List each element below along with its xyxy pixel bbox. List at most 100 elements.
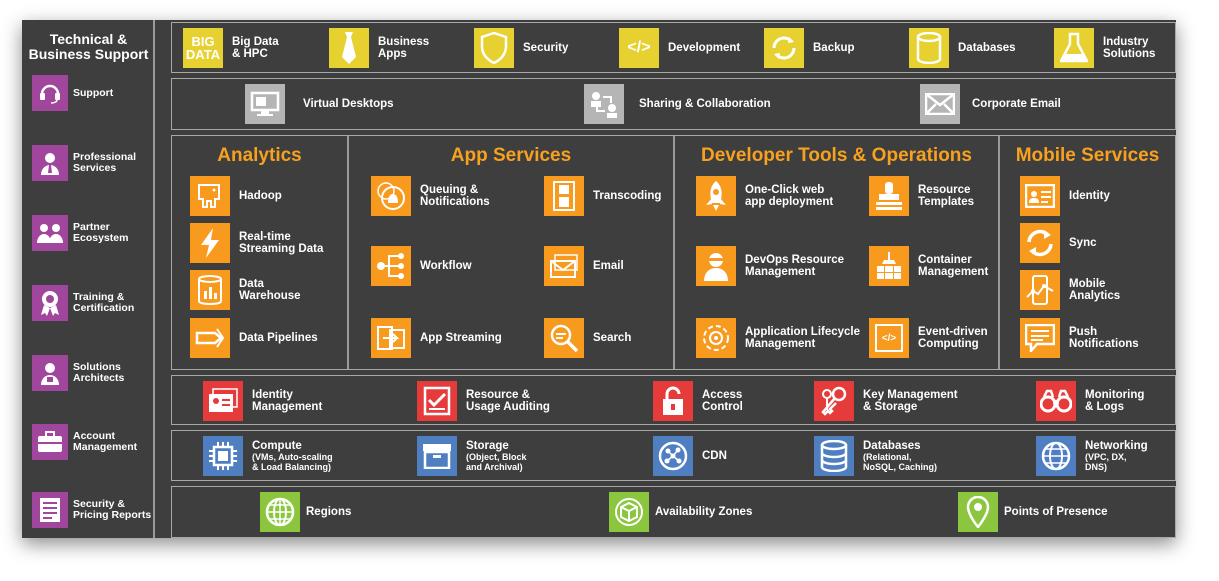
tile-application-lifecycle[interactable]: Application Lifecycle Management (696, 318, 860, 358)
tile-access-control[interactable]: Access Control (653, 381, 743, 421)
message-icon (1020, 318, 1060, 358)
tile-mobile-identity[interactable]: Identity (1020, 176, 1110, 216)
group-icon (32, 215, 68, 251)
cylinder-icon (909, 28, 949, 68)
sidebar-item-professional-services[interactable]: Professional Services (32, 145, 155, 181)
tile-virtual-desktops[interactable]: Virtual Desktops (245, 84, 394, 124)
tile-cdn[interactable]: CDN (653, 436, 727, 476)
tile-hadoop[interactable]: Hadoop (190, 176, 282, 216)
padlock-icon (653, 381, 693, 421)
tile-sharing-collaboration[interactable]: Sharing & Collaboration (584, 84, 771, 124)
tile-compute[interactable]: Compute (VMs, Auto-scaling & Load Balancin… (203, 436, 333, 476)
tile-search[interactable]: Search (544, 318, 631, 358)
sidebar-item-account-management[interactable]: Account Management (32, 424, 155, 460)
network-globe-icon (653, 436, 693, 476)
tile-monitoring-logs[interactable]: Monitoring & Logs (1036, 381, 1144, 421)
tile-backup[interactable]: Backup (764, 28, 855, 68)
award-ribbon-icon (32, 285, 68, 321)
tile-databases-core[interactable]: Databases (Relational, NoSQL, Caching) (814, 436, 937, 476)
stamp-icon (869, 176, 909, 216)
tile-storage[interactable]: Storage (Object, Block and Archival) (417, 436, 527, 476)
storage-box-icon (417, 436, 457, 476)
analytics-title: Analytics (217, 145, 302, 166)
tile-data-warehouse[interactable]: Data Warehouse (190, 270, 301, 310)
operator-icon (696, 246, 736, 286)
tile-resource-templates[interactable]: Resource Templates (869, 176, 974, 216)
support-sidebar: Technical & Business Support Support Pro… (22, 20, 155, 538)
tile-industry-solutions[interactable]: Industry Solutions (1054, 28, 1155, 68)
chip-code-icon: </> (869, 318, 909, 358)
keys-icon (814, 381, 854, 421)
mobile-services-title: Mobile Services (1015, 145, 1160, 166)
security-row: Identity Management Resource & Usage Audit… (171, 375, 1176, 425)
id-card-icon (1020, 176, 1060, 216)
tile-data-pipelines[interactable]: Data Pipelines (190, 318, 318, 358)
tile-sync[interactable]: Sync (1020, 223, 1097, 263)
architect-icon (32, 355, 68, 391)
infrastructure-row: Regions Availability Zones Points of Pre… (171, 486, 1176, 538)
app-services-title: App Services (450, 145, 572, 166)
tile-availability-zones[interactable]: Availability Zones (609, 492, 752, 532)
database-stack-icon (814, 436, 854, 476)
tile-push-notifications[interactable]: Push Notifications (1020, 318, 1139, 358)
section-divider (998, 136, 1000, 369)
sync-icon (1020, 223, 1060, 263)
tile-business-apps[interactable]: Business Apps (329, 28, 429, 68)
tile-points-of-presence[interactable]: Points of Presence (958, 492, 1108, 532)
tile-networking[interactable]: Networking (VPC, DX, DNS) (1036, 436, 1148, 476)
tile-app-streaming[interactable]: App Streaming (371, 318, 502, 358)
devices-icon (371, 318, 411, 358)
code-icon: </> (619, 28, 659, 68)
tile-mobile-analytics[interactable]: Mobile Analytics (1020, 270, 1120, 310)
pipeline-icon (190, 318, 230, 358)
tile-devops-resource[interactable]: DevOps Resource Management (696, 246, 844, 286)
tile-identity-management[interactable]: Identity Management (203, 381, 322, 421)
world-network-icon (1036, 436, 1076, 476)
magnifier-icon (544, 318, 584, 358)
share-users-icon (584, 84, 624, 124)
binoculars-icon (1036, 381, 1076, 421)
sidebar-item-solutions-architects[interactable]: Solutions Architects (32, 355, 155, 391)
sidebar-item-support[interactable]: Support (32, 75, 155, 111)
report-icon (32, 492, 68, 528)
sidebar-item-training[interactable]: Training & Certification (32, 285, 155, 321)
enterprise-apps-row: BIG DATA Big Data & HPC Business Apps Secur… (171, 22, 1176, 73)
lifecycle-gear-icon (696, 318, 736, 358)
crane-icon (869, 246, 909, 286)
tile-corporate-email[interactable]: Corporate Email (920, 84, 1061, 124)
section-divider (673, 136, 675, 369)
person-icon (32, 145, 68, 181)
warehouse-icon (190, 270, 230, 310)
tile-regions[interactable]: Regions (260, 492, 351, 532)
workflow-icon (371, 246, 411, 286)
flask-icon (1054, 28, 1094, 68)
tile-event-driven-computing[interactable]: </> Event-driven Computing (869, 318, 988, 358)
sidebar-item-security-pricing-reports[interactable]: Security & Pricing Reports (32, 492, 155, 528)
film-strip-icon (544, 176, 584, 216)
envelope-icon (920, 84, 960, 124)
sidebar-item-partner-ecosystem[interactable]: Partner Ecosystem (32, 215, 155, 251)
section-divider (347, 136, 349, 369)
tile-queuing-notifications[interactable]: Queuing & Notifications (371, 176, 490, 216)
briefcase-icon (32, 424, 68, 460)
elephant-icon (190, 176, 230, 216)
globe-icon (260, 492, 300, 532)
tile-streaming-data[interactable]: Real-time Streaming Data (190, 223, 323, 263)
dev-tools-title: Developer Tools & Operations (701, 145, 972, 166)
big-data-icon: BIG DATA (183, 28, 223, 68)
mobile-chart-icon (1020, 270, 1060, 310)
tile-security[interactable]: Security (474, 28, 568, 68)
tile-email[interactable]: Email (544, 246, 624, 286)
tile-key-management[interactable]: Key Management & Storage (814, 381, 958, 421)
tile-big-data[interactable]: BIG DATA Big Data & HPC (183, 28, 279, 68)
tile-databases-enterprise[interactable]: Databases (909, 28, 1016, 68)
tile-one-click-deploy[interactable]: One-Click web app deployment (696, 176, 833, 216)
tile-container-management[interactable]: Container Management (869, 246, 988, 286)
headset-icon (32, 75, 68, 111)
tile-resource-usage-auditing[interactable]: Resource & Usage Auditing (417, 381, 550, 421)
sidebar-title: Technical & Business Support (28, 31, 149, 62)
cube-icon (609, 492, 649, 532)
tile-workflow[interactable]: Workflow (371, 246, 472, 286)
tile-development[interactable]: </> Development (619, 28, 740, 68)
tile-transcoding[interactable]: Transcoding (544, 176, 661, 216)
